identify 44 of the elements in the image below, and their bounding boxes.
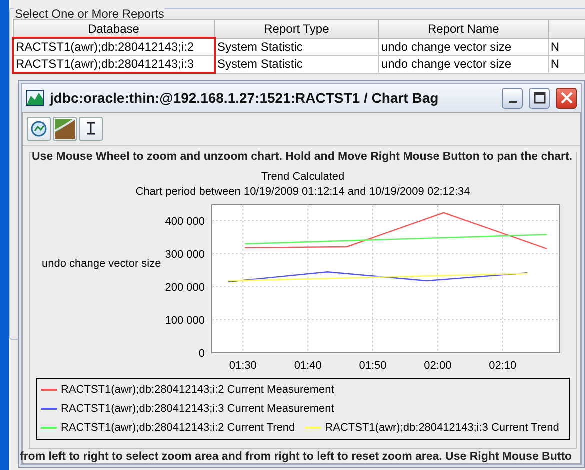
zoom-button[interactable] [27, 117, 51, 141]
minimize-button[interactable] [502, 88, 523, 108]
window-title: jdbc:oracle:thin:@192.168.1.27:1521:RACTST1 / Chart Bag [50, 90, 440, 106]
chart-title: Trend Calculated [261, 171, 345, 183]
chart-icon [26, 90, 44, 106]
minimize-icon [508, 101, 516, 103]
y-tick-label: 300 000 [165, 248, 205, 261]
y-tick-label: 100 000 [165, 314, 205, 327]
y-tick-label: 400 000 [165, 216, 205, 228]
table-cell: undo change vector size [378, 56, 548, 73]
maximize-icon [534, 92, 546, 104]
chart-button[interactable] [53, 117, 77, 141]
column-header[interactable]: Database [13, 20, 214, 38]
text-button[interactable] [79, 117, 103, 141]
x-tick-label: 01:40 [294, 360, 322, 372]
legend-label: RACTST1(awr);db:280412143;i:2 Current Trend [61, 422, 296, 434]
column-header[interactable]: Report Type [214, 20, 379, 38]
close-icon [560, 92, 572, 104]
chart-subtitle: Chart period between 10/19/2009 01:12:14 and 10/19/2009 02:12:34 [136, 186, 470, 198]
maximize-button[interactable] [529, 88, 550, 108]
table-cell[interactable]: RACTST1(awr);db:280412143;i:2 [13, 38, 214, 56]
table-cell[interactable]: RACTST1(awr);db:280412143;i:3 [13, 56, 214, 73]
y-tick-label: 200 000 [165, 282, 205, 294]
table-cell: System Statistic [214, 38, 379, 56]
x-tick-label: 01:50 [359, 360, 387, 372]
x-tick-label: 01:30 [229, 360, 257, 372]
legend-label: RACTST1(awr);db:280412143;i:3 Current Measurement [61, 403, 334, 415]
area-chart-icon [55, 119, 75, 139]
y-axis-label: undo change vector size [42, 258, 162, 270]
x-tick-label: 02:10 [489, 360, 517, 372]
instructions-text: Use Mouse Wheel to zoom and unzoom chart. Hold and Move Right Mouse Button to pan the chart. [32, 151, 576, 163]
y-tick-label: 0 [198, 348, 205, 360]
legend-label: RACTST1(awr);db:280412143;i:2 Current Measurement [61, 384, 334, 396]
column-header[interactable]: Report Name [378, 20, 548, 38]
table-cell: N [548, 56, 584, 73]
magnifier-icon [30, 120, 48, 138]
table-cell: undo change vector size [378, 38, 548, 56]
x-tick-label: 02:00 [424, 360, 452, 372]
status-text: from left to right to select zoom area and from right to left to reset zoom area. Use Right Mouse Butto [20, 451, 574, 463]
table-cell: System Statistic [214, 56, 379, 73]
text-cursor-icon [86, 121, 96, 137]
legend-label: RACTST1(awr);db:280412143;i:3 Current Trend [325, 422, 560, 434]
table-cell: N [548, 38, 584, 56]
close-button[interactable] [556, 88, 577, 108]
